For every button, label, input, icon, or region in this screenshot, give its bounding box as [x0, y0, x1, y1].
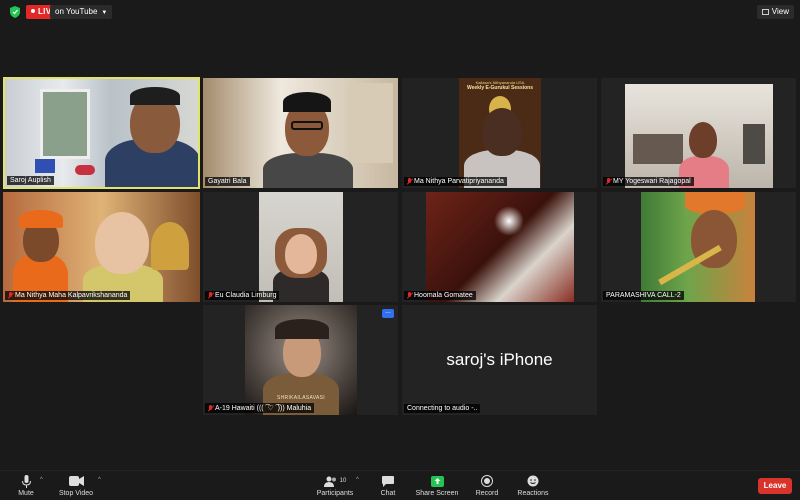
chevron-down-icon: ▼	[101, 10, 108, 16]
chat-button[interactable]: Chat	[376, 474, 400, 497]
participant-name: MY Yogeswari Rajagopal	[603, 177, 694, 186]
share-screen-button[interactable]: Share Screen	[414, 474, 460, 497]
object-image	[35, 159, 55, 173]
participant-name: Hoomala Gomatee	[404, 291, 476, 300]
video-feed: Kailasa's Nithyananda USA Weekly E-Guruk…	[402, 78, 597, 188]
record-icon	[481, 475, 493, 487]
chevron-up-icon[interactable]: ^	[98, 477, 101, 483]
mic-muted-icon	[208, 292, 213, 299]
video-tile[interactable]: PARAMASHIVA CALL-2	[601, 192, 796, 302]
person-face	[285, 234, 317, 274]
participants-button[interactable]: 10 Participants	[314, 474, 356, 497]
stream-target-dropdown[interactable]: on YouTube ▼	[50, 5, 113, 19]
shelf-image	[348, 83, 393, 163]
video-feed	[203, 192, 398, 302]
participant-name: Ma Nithya Maha Kalpavrikshananda	[5, 291, 131, 300]
video-tile[interactable]: Kailasa's Nithyananda USA Weekly E-Guruk…	[402, 78, 597, 188]
participant-name: Connecting to audio -..	[404, 404, 481, 413]
record-label: Record	[475, 490, 499, 497]
chair-image	[743, 124, 765, 164]
participants-icon	[323, 476, 336, 487]
share-screen-label: Share Screen	[415, 490, 459, 497]
video-tile[interactable]: Hoomala Gomatee	[402, 192, 597, 302]
view-label: View	[771, 7, 789, 16]
hair	[275, 319, 329, 339]
portrait-image: SHRIKAILASAVASI	[245, 305, 357, 415]
chat-label: Chat	[380, 490, 396, 497]
participant-name: PARAMASHIVA CALL-2	[603, 291, 684, 300]
video-tile[interactable]: saroj's iPhone Connecting to audio -..	[402, 305, 597, 415]
mic-muted-icon	[407, 292, 412, 299]
chat-bubble-icon	[382, 475, 394, 487]
participants-label: Participants	[316, 490, 354, 497]
record-button[interactable]: Record	[473, 474, 501, 497]
person-face	[482, 108, 522, 156]
video-tile[interactable]: Eu Claudia Limburg	[203, 192, 398, 302]
video-feed	[601, 78, 796, 188]
device-name-display: saroj's iPhone	[446, 350, 553, 369]
mute-label: Mute	[18, 490, 34, 497]
leave-button[interactable]: Leave	[758, 478, 792, 494]
video-feed	[3, 192, 200, 302]
turban-image	[19, 210, 63, 228]
hair	[130, 87, 180, 105]
more-options-button[interactable]: ...	[382, 308, 394, 318]
stop-video-label: Stop Video	[58, 490, 94, 497]
video-feed	[5, 79, 198, 187]
costume-image	[641, 192, 755, 302]
shield-icon[interactable]	[10, 6, 20, 18]
reactions-label: Reactions	[517, 490, 549, 497]
participant-name: Gayatri Bala	[205, 177, 250, 186]
video-tile[interactable]: Saroj Auplish	[3, 77, 200, 189]
poster-line: Weekly E-Gurukul Sessions	[466, 85, 534, 91]
chevron-up-icon[interactable]: ^	[356, 477, 359, 483]
hair	[283, 92, 331, 112]
person-face	[689, 122, 717, 158]
ellipsis-icon: ...	[385, 308, 391, 315]
window-image	[40, 89, 90, 159]
stop-video-button[interactable]: Stop Video	[56, 474, 96, 497]
video-feed	[402, 192, 597, 302]
reactions-button[interactable]: Reactions	[515, 474, 551, 497]
video-feed: SHRIKAILASAVASI	[203, 305, 398, 415]
participant-name: Saroj Auplish	[7, 176, 54, 185]
room-image	[259, 192, 343, 302]
sofa-image	[633, 134, 683, 164]
chevron-up-icon[interactable]: ^	[40, 477, 43, 483]
leave-label: Leave	[763, 481, 787, 490]
video-tile[interactable]: Gayatri Bala	[203, 78, 398, 188]
video-feed	[601, 192, 796, 302]
smiley-icon	[527, 475, 539, 487]
badge-label: SHRIKAILASAVASI	[277, 395, 325, 401]
mic-muted-icon	[208, 404, 213, 412]
microphone-icon	[21, 474, 31, 488]
person-body	[263, 153, 353, 188]
room-image	[625, 84, 773, 188]
participant-name: Ma Nithya Parvatipriyananda	[404, 177, 507, 186]
video-tile[interactable]: SHRIKAILASAVASI ... A-19 Hawaiti ((( ͡ ♡…	[203, 305, 398, 415]
participant-name: A-19 Hawaiti ((( ͡ ♡ ͡ ))) Maluhia	[205, 403, 315, 413]
participants-count: 10	[339, 478, 347, 484]
video-camera-icon	[68, 476, 84, 486]
person-face	[95, 212, 149, 274]
mic-muted-icon	[8, 292, 13, 299]
participant-name: Eu Claudia Limburg	[205, 291, 280, 300]
deity-image	[151, 222, 189, 270]
stream-target-label: on YouTube	[55, 7, 98, 16]
glasses-image	[291, 121, 323, 130]
video-tile[interactable]: MY Yogeswari Rajagopal	[601, 78, 796, 188]
top-bar: LIVE on YouTube ▼ View	[0, 0, 800, 24]
grid-icon	[761, 9, 769, 15]
share-screen-icon	[430, 475, 444, 487]
object-image	[75, 165, 95, 175]
mute-button[interactable]: Mute	[14, 474, 38, 497]
meeting-toolbar: Mute ^ Stop Video ^ 10 Participants ^ Ch…	[0, 470, 800, 500]
video-feed	[203, 78, 398, 188]
light-glare-image	[494, 206, 524, 236]
mic-muted-icon	[606, 178, 611, 185]
view-button[interactable]: View	[756, 5, 794, 19]
live-dot-icon	[31, 9, 35, 13]
mic-muted-icon	[407, 178, 412, 185]
video-tile[interactable]: Ma Nithya Maha Kalpavrikshananda	[3, 192, 200, 302]
